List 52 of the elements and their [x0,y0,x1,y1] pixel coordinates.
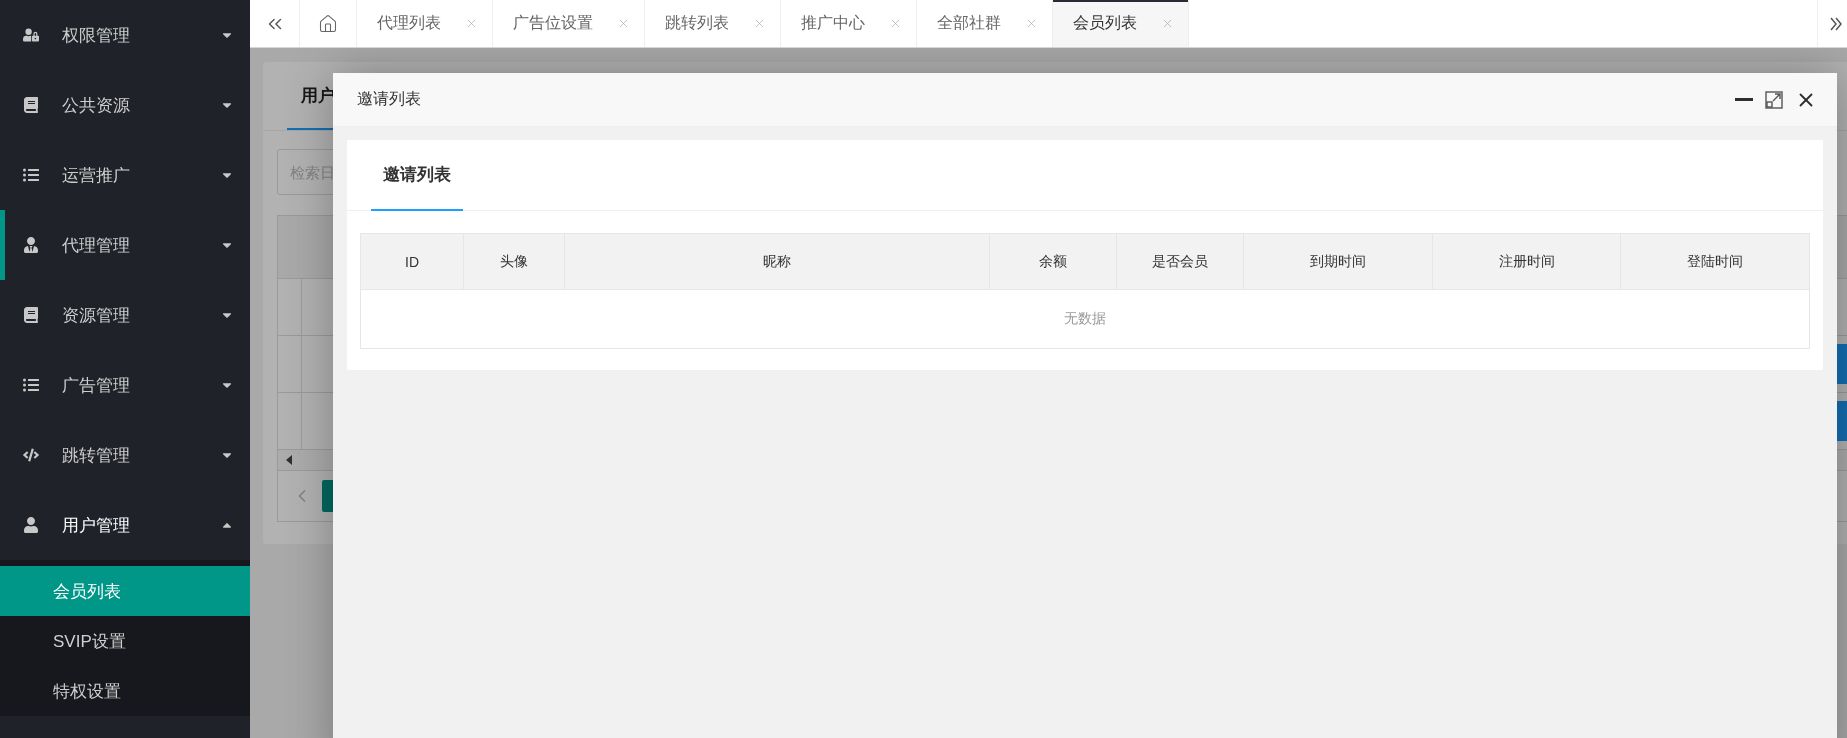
home-icon [318,13,338,34]
code-icon [22,447,40,463]
column-header: 到期时间 [1244,234,1433,289]
sidebar-item[interactable]: 广告管理 [0,350,250,420]
dialog-title: 邀请列表 [357,89,422,109]
sidebar-item-label: 公共资源 [62,94,131,117]
sidebar-item[interactable]: 运营推广 [0,140,250,210]
sidebar-item-label: 广告管理 [62,374,131,397]
close-icon[interactable] [889,17,902,30]
submenu-item[interactable]: 特权设置 [0,666,250,716]
sidebar-item-label: 代理管理 [62,234,131,257]
close-icon[interactable] [1025,17,1038,30]
double-chevron-right-icon [1830,16,1842,31]
close-icon[interactable] [465,17,478,30]
column-header: 头像 [464,234,565,289]
user-tie-icon [22,237,40,253]
card-tab[interactable]: 邀请列表 [371,140,463,211]
maximize-icon [1765,90,1783,109]
close-icon[interactable] [753,17,766,30]
book-icon [22,307,40,323]
column-header: 余额 [990,234,1117,289]
sidebar-item[interactable]: 权限管理 [0,0,250,70]
sidebar-item[interactable]: 公共资源 [0,70,250,140]
left-arrow-icon [286,455,292,465]
maximize-button[interactable] [1765,90,1783,109]
sidebar-item[interactable]: 用户管理 [0,490,250,560]
user-lock-icon [22,27,40,43]
column-header: 昵称 [565,234,990,289]
sidebar-item-label: 运营推广 [62,164,131,187]
column-header: 是否会员 [1117,234,1244,289]
list-icon [22,377,40,393]
sidebar-item[interactable]: 资源管理 [0,280,250,350]
submenu-item[interactable]: SVIP设置 [0,616,250,666]
sidebar-item-label: 用户管理 [62,514,131,537]
column-header: 登陆时间 [1686,251,1744,271]
sidebar-item[interactable]: 跳转管理 [0,420,250,490]
close-icon[interactable] [1161,17,1174,30]
column-header: 注册时间 [1433,234,1621,289]
list-icon [22,167,40,183]
empty-message: 无数据 [1063,309,1107,328]
sidebar-item-label: 资源管理 [62,304,131,327]
minimize-button[interactable] [1735,98,1753,101]
column-header: ID [361,234,464,289]
submenu-item[interactable]: 会员列表 [0,566,250,616]
page-tab[interactable]: 会员列表 [1053,0,1189,47]
minimize-icon [1735,98,1753,101]
sidebar-item-label: 跳转管理 [62,444,131,467]
user-icon [22,517,40,533]
sidebar-item-label: 权限管理 [62,24,131,47]
sidebar-item[interactable]: 代理管理 [0,210,250,280]
close-icon[interactable] [617,17,630,30]
book-icon [22,97,40,113]
